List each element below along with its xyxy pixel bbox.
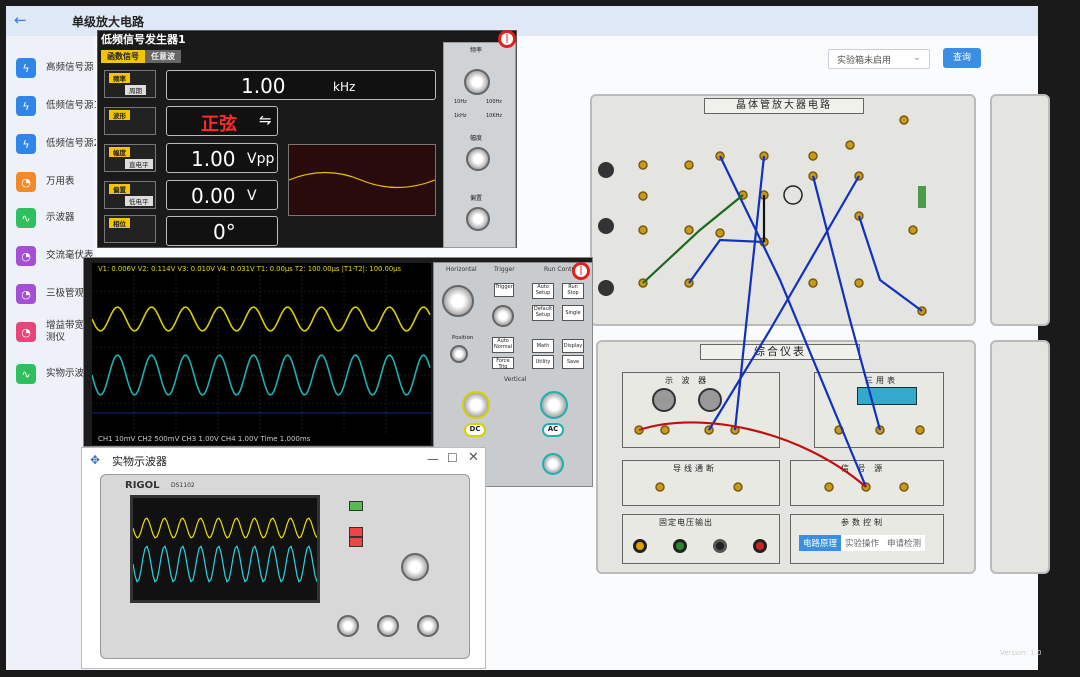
single-button[interactable]: Single <box>562 305 584 321</box>
trigger-button[interactable]: Trigger <box>494 283 514 297</box>
amplitude-display: 1.00 Vpp <box>166 143 278 173</box>
phase-display: 0° <box>166 216 278 246</box>
waveform-preview <box>288 144 436 216</box>
waveform-display: 正弦 ⇋ <box>166 106 278 136</box>
frequency-display: 1.00 kHz <box>166 70 436 100</box>
oscilloscope-screen: V1: 0.006V V2: 0.114V V3: 0.010V V4: 0.0… <box>92 263 431 445</box>
amplitude-knob[interactable] <box>466 147 490 171</box>
save-button[interactable]: Save <box>562 355 584 369</box>
offset-knob[interactable] <box>466 207 490 231</box>
rigol-model: DS1102 <box>171 482 195 489</box>
tab-arbitrary-wave[interactable]: 任意波 <box>145 50 181 63</box>
scope-power-icon[interactable]: | <box>572 262 590 280</box>
ch2-volts-knob[interactable] <box>540 391 568 419</box>
ch1-volts-knob[interactable] <box>462 391 490 419</box>
frequency-knob[interactable] <box>464 69 490 95</box>
ch2-coupling-button[interactable]: AC <box>542 423 564 437</box>
math-button[interactable]: Math <box>532 339 554 353</box>
generator-title: 低频信号发生器1 <box>101 31 186 47</box>
move-icon[interactable]: ✥ <box>90 453 100 467</box>
tab-function-signal[interactable]: 函数信号 <box>101 50 145 63</box>
amplitude-key[interactable]: 幅度 直电平 <box>104 144 156 172</box>
minimize-icon[interactable]: — <box>427 452 439 466</box>
generator-tabs: 函数信号 任意波 <box>101 50 181 63</box>
auto-setup-button[interactable]: Auto Setup <box>532 283 554 299</box>
phase-key[interactable]: 相位 <box>104 215 156 243</box>
default-setup-button[interactable]: Default Setup <box>532 305 554 321</box>
waveform-key[interactable]: 波形 <box>104 107 156 135</box>
rigol-screen <box>130 495 320 603</box>
switch-icon: ⇋ <box>259 111 272 129</box>
rigol-brand: RIGOL <box>125 480 160 491</box>
offset-display: 0.00 V <box>166 180 278 210</box>
ch2-position-knob[interactable] <box>542 453 564 475</box>
close-icon[interactable]: ✕ <box>468 450 479 465</box>
physical-scope-title: 实物示波器 <box>112 455 167 468</box>
trigger-level-knob[interactable] <box>492 305 514 327</box>
maximize-icon[interactable]: ☐ <box>447 451 458 465</box>
frequency-key[interactable]: 频率 周期 <box>104 70 156 98</box>
utility-button[interactable]: Utility <box>532 355 554 369</box>
display-button[interactable]: Display <box>562 339 584 353</box>
auto-normal-button[interactable]: Auto Normal <box>492 337 514 353</box>
ch1-coupling-button[interactable]: DC <box>464 423 486 437</box>
offset-key[interactable]: 偏置 低电平 <box>104 181 156 209</box>
horizontal-position-knob[interactable] <box>450 345 468 363</box>
generator-power-icon[interactable]: | <box>498 30 516 48</box>
scope-readout-footer: CH1 10mV CH2 500mV CH3 1.00V CH4 1.00V T… <box>98 435 311 443</box>
force-trig-button[interactable]: Force Trig <box>492 357 514 370</box>
horizontal-scale-knob[interactable] <box>442 285 474 317</box>
generator-knob-panel: 频率 10Hz 100Hz 1kHz 10KHz 幅度 偏置 <box>443 42 516 248</box>
run-stop-button[interactable]: Run Stop <box>562 283 584 299</box>
